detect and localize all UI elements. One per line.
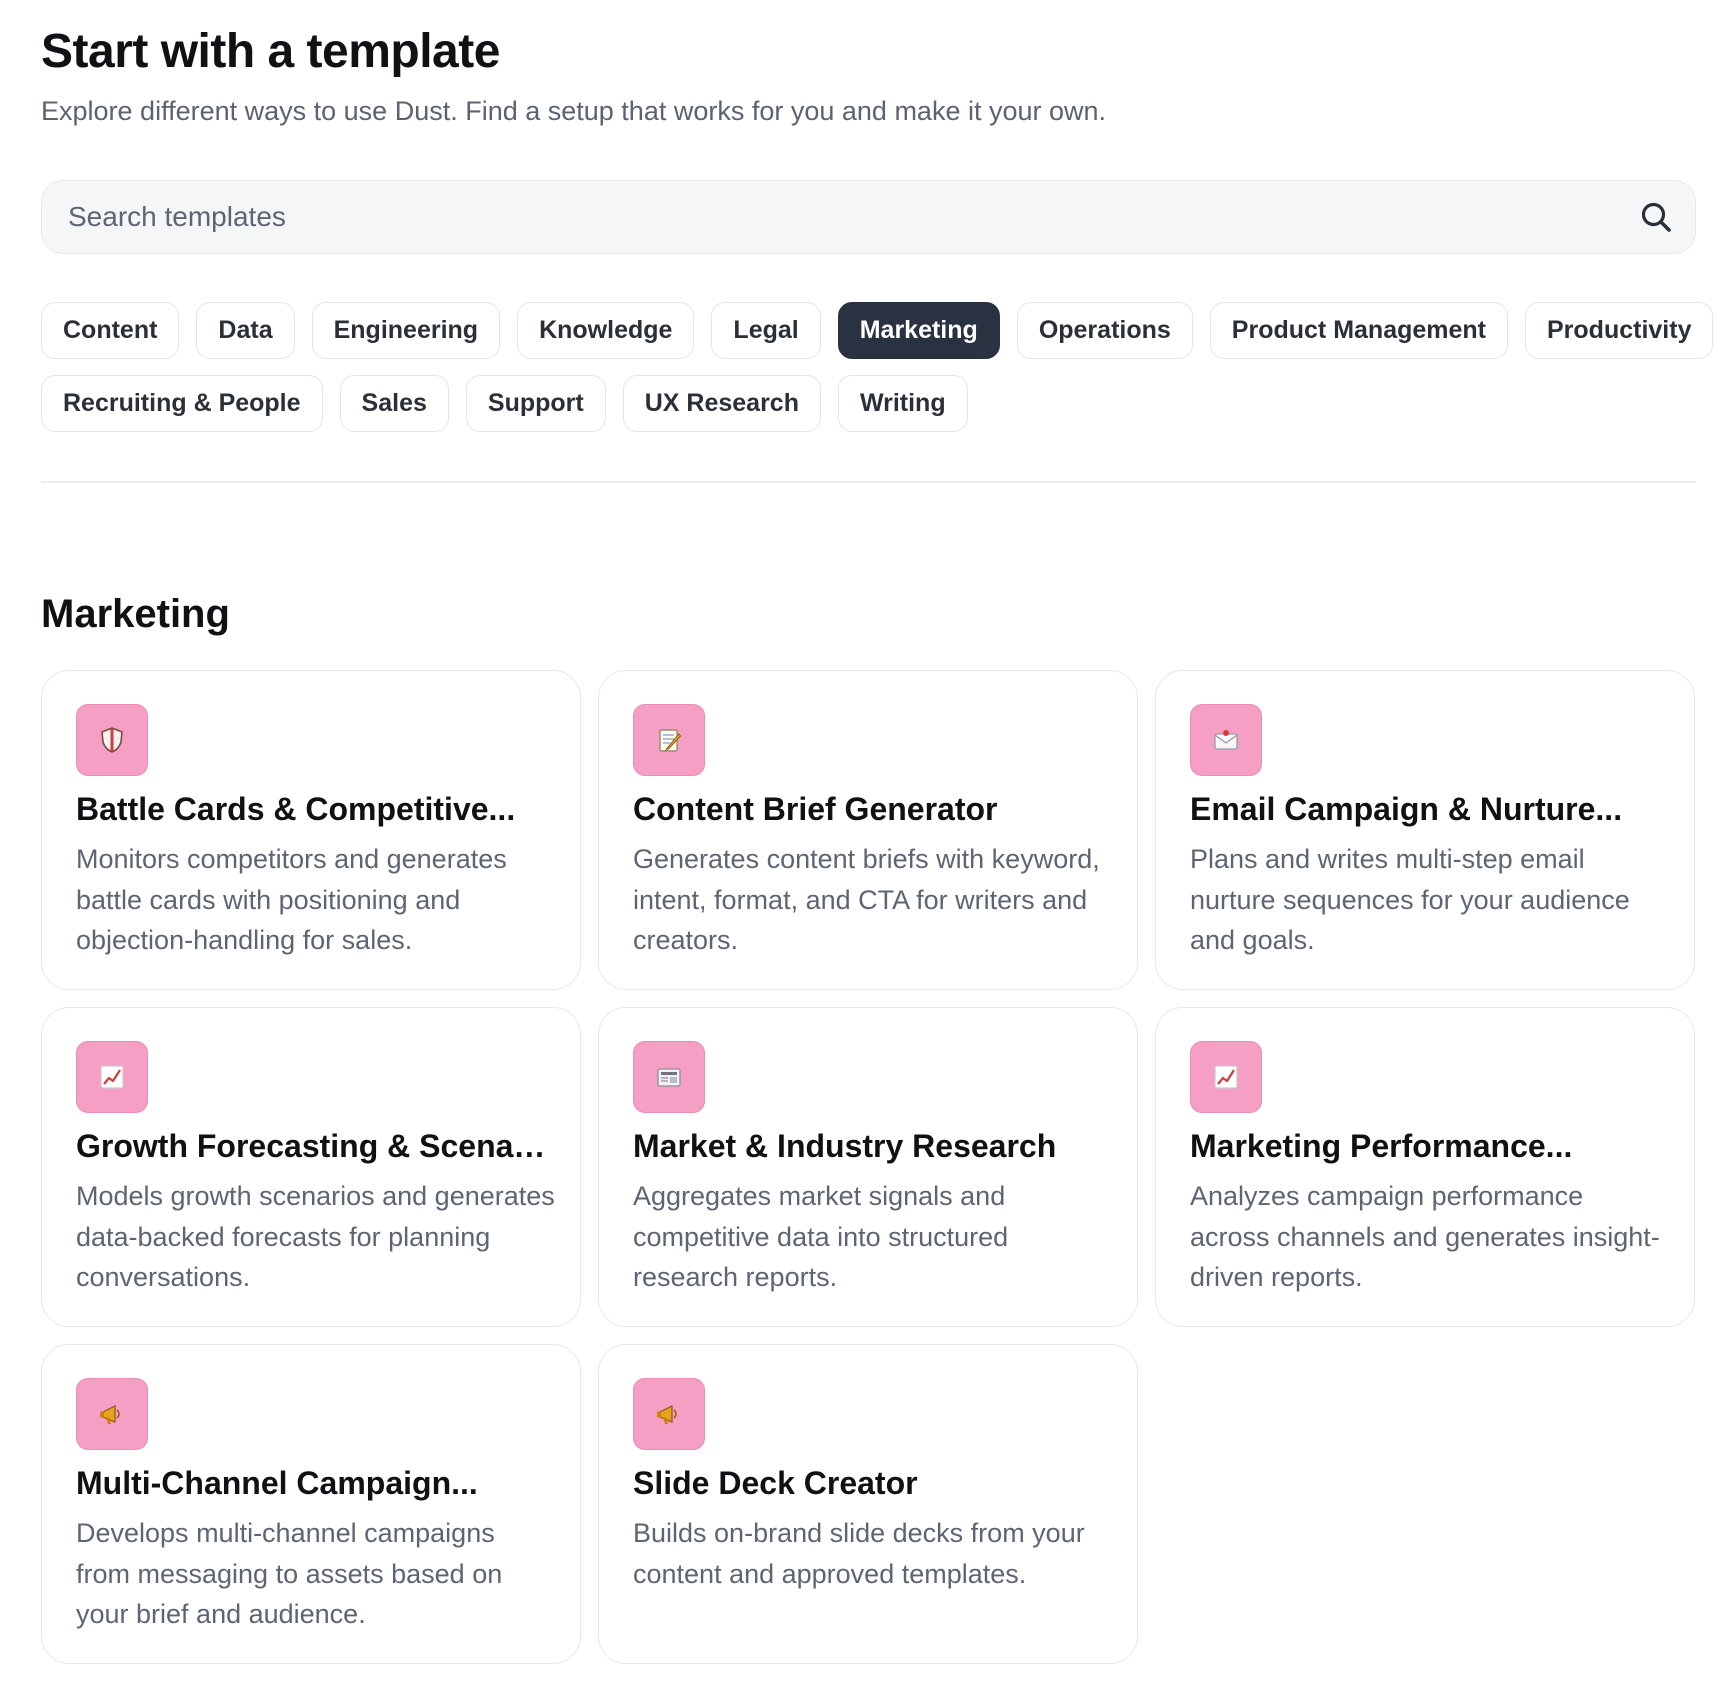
megaphone-icon [76,1378,148,1450]
template-description: Models growth scenarios and generates da… [76,1181,555,1292]
template-description: Builds on-brand slide decks from your co… [633,1518,1085,1589]
template-name: Email Campaign & Nurture... [1190,791,1623,827]
category-chip-knowledge[interactable]: Knowledge [517,302,695,359]
category-chip-operations[interactable]: Operations [1016,302,1193,359]
template-card-growth-forecasting[interactable]: Growth Forecasting & Scenari... Models g… [41,1007,581,1327]
megaphone-icon [633,1378,705,1450]
search-bar[interactable] [41,180,1696,254]
template-card-slide-deck-creator[interactable]: Slide Deck Creator Builds on-brand slide… [598,1344,1138,1664]
category-chip-productivity[interactable]: Productivity [1525,302,1714,359]
template-description: Plans and writes multi-step email nurtur… [1190,844,1630,955]
template-name: Content Brief Generator [633,791,998,827]
category-chip-marketing[interactable]: Marketing [837,302,1000,359]
newspaper-icon [633,1041,705,1113]
category-chip-data[interactable]: Data [196,302,295,359]
category-filter-row-1: Content Data Engineering Knowledge Legal… [41,302,1714,359]
category-chip-recruiting-people[interactable]: Recruiting & People [41,375,323,432]
category-chip-support[interactable]: Support [465,375,606,432]
memo-icon [633,704,705,776]
category-filter-row-2: Recruiting & People Sales Support UX Res… [41,375,968,432]
category-chip-writing[interactable]: Writing [837,375,968,432]
section-title: Marketing [41,592,230,636]
template-card-email-campaign[interactable]: Email Campaign & Nurture... Plans and wr… [1155,670,1695,990]
chart-increasing-icon [1190,1041,1262,1113]
search-input[interactable] [68,181,1588,252]
envelope-icon [1190,704,1262,776]
category-chip-product-management[interactable]: Product Management [1209,302,1508,359]
template-name: Slide Deck Creator [633,1465,918,1501]
divider [41,481,1696,483]
template-card-battle-cards[interactable]: Battle Cards & Competitive... Monitors c… [41,670,581,990]
category-chip-content[interactable]: Content [41,302,180,359]
shield-icon [76,704,148,776]
category-chip-engineering[interactable]: Engineering [311,302,501,359]
template-name: Market & Industry Research [633,1128,1057,1164]
category-chip-sales[interactable]: Sales [339,375,449,432]
template-name: Growth Forecasting & Scenari... [76,1128,551,1164]
category-chip-legal[interactable]: Legal [711,302,821,359]
template-card-market-research[interactable]: Market & Industry Research Aggregates ma… [598,1007,1138,1327]
template-description: Monitors competitors and generates battl… [76,844,507,955]
chart-increasing-icon [76,1041,148,1113]
page-subtitle: Explore different ways to use Dust. Find… [41,96,1107,126]
template-card-marketing-performance[interactable]: Marketing Performance... Analyzes campai… [1155,1007,1695,1327]
template-description: Aggregates market signals and competitiv… [633,1181,1009,1292]
template-name: Marketing Performance... [1190,1128,1573,1164]
page-title: Start with a template [41,25,500,78]
category-chip-ux-research[interactable]: UX Research [622,375,821,432]
template-description: Analyzes campaign performance across cha… [1190,1181,1660,1292]
template-grid: Battle Cards & Competitive... Monitors c… [41,670,1695,1664]
template-description: Generates content briefs with keyword, i… [633,844,1100,955]
template-card-multi-channel-campaign[interactable]: Multi-Channel Campaign... Develops multi… [41,1344,581,1664]
template-name: Battle Cards & Competitive... [76,791,516,827]
template-card-content-brief[interactable]: Content Brief Generator Generates conten… [598,670,1138,990]
search-icon[interactable] [1639,200,1673,234]
template-description: Develops multi-channel campaigns from me… [76,1518,503,1629]
template-name: Multi-Channel Campaign... [76,1465,478,1501]
